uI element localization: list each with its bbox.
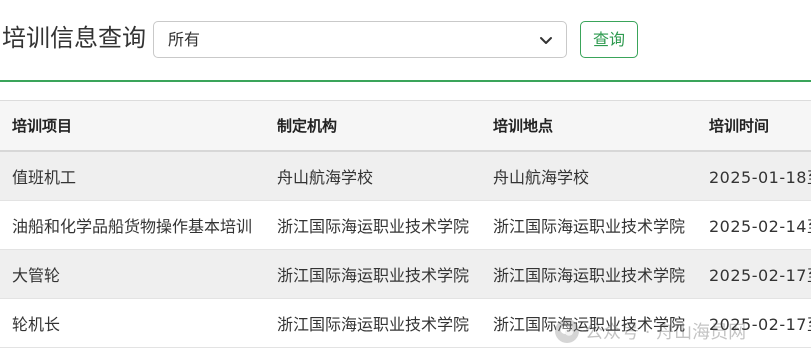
cell-institution: 浙江国际海运职业技术学院: [277, 216, 470, 236]
table-row: 值班机工 舟山航海学校 舟山航海学校 2025-01-18至: [0, 151, 811, 200]
cell-location: 浙江国际海运职业技术学院: [493, 314, 686, 334]
cell-location: 浙江国际海运职业技术学院: [493, 265, 686, 285]
cell-project: 值班机工: [12, 167, 77, 187]
spacer: [0, 82, 811, 100]
cell-time: 2025-01-18至: [709, 167, 811, 187]
column-header-time: 培训时间: [709, 117, 770, 135]
table-header-row: 培训项目 制定机构 培训地点 培训时间: [0, 101, 811, 151]
cell-project: 轮机长: [12, 314, 61, 334]
page-title: 培训信息查询: [2, 24, 146, 52]
cell-location: 浙江国际海运职业技术学院: [493, 216, 686, 236]
training-table-container: 培训项目 制定机构 培训地点 培训时间 值班机工 舟山航海学校 舟山航海学校 2…: [0, 100, 811, 360]
cell-institution: 浙江国际海运职业技术学院: [277, 265, 470, 285]
cell-time: 2025-02-17至: [709, 314, 811, 334]
cell-time: 2025-02-17至: [709, 265, 811, 285]
chevron-down-icon: [540, 37, 552, 44]
training-table: 培训项目 制定机构 培训地点 培训时间 值班机工 舟山航海学校 舟山航海学校 2…: [0, 101, 811, 348]
column-header-institution: 制定机构: [277, 117, 338, 135]
table-row: 油船和化学品船货物操作基本培训 浙江国际海运职业技术学院 浙江国际海运职业技术学…: [0, 200, 811, 249]
cell-time: 2025-02-14至: [709, 216, 811, 236]
cell-project: 大管轮: [12, 265, 61, 285]
page-header: 培训信息查询 所有 查询: [0, 0, 811, 82]
table-row: 大管轮 浙江国际海运职业技术学院 浙江国际海运职业技术学院 2025-02-17…: [0, 249, 811, 298]
cell-project: 油船和化学品船货物操作基本培训: [12, 216, 253, 236]
query-button[interactable]: 查询: [580, 21, 638, 58]
table-row: 轮机长 浙江国际海运职业技术学院 浙江国际海运职业技术学院 2025-02-17…: [0, 298, 811, 347]
training-filter-select[interactable]: 所有: [153, 21, 567, 58]
column-header-project: 培训项目: [12, 117, 73, 135]
cell-location: 舟山航海学校: [493, 167, 590, 187]
cell-institution: 舟山航海学校: [277, 167, 374, 187]
column-header-location: 培训地点: [493, 117, 554, 135]
cell-institution: 浙江国际海运职业技术学院: [277, 314, 470, 334]
select-value: 所有: [168, 30, 201, 49]
